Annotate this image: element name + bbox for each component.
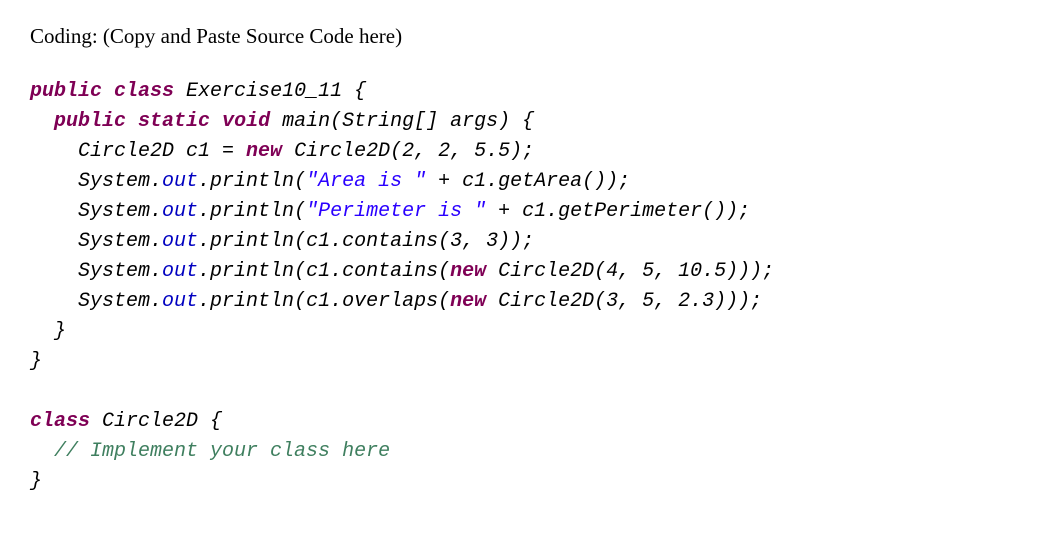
- code-text: Circle2D(2, 2, 5.5);: [282, 140, 534, 163]
- code-text: + c1.getArea());: [426, 170, 630, 193]
- code-text: System.: [30, 170, 162, 193]
- code-text: Circle2D(4, 5, 10.5)));: [486, 260, 774, 283]
- code-text: .println(: [198, 170, 306, 193]
- code-text: + c1.getPerimeter());: [486, 200, 750, 223]
- code-text: .println(c1.contains(: [198, 260, 450, 283]
- string-literal: "Perimeter is ": [306, 200, 486, 223]
- keyword-static: static: [138, 110, 210, 133]
- code-text: Circle2D(3, 5, 2.3)));: [486, 290, 762, 313]
- section-heading: Coding: (Copy and Paste Source Code here…: [30, 24, 1018, 49]
- field-out: out: [162, 230, 198, 253]
- code-text: [126, 110, 138, 133]
- keyword-public: public: [30, 80, 102, 103]
- code-text: System.: [30, 290, 162, 313]
- field-out: out: [162, 290, 198, 313]
- code-comment: // Implement your class here: [54, 440, 390, 463]
- code-text: Circle2D {: [90, 410, 222, 433]
- code-text: Exercise10_11 {: [174, 80, 366, 103]
- code-text: main(String[] args) {: [270, 110, 534, 133]
- field-out: out: [162, 260, 198, 283]
- code-text: System.: [30, 260, 162, 283]
- keyword-class: class: [114, 80, 174, 103]
- string-literal: "Area is ": [306, 170, 426, 193]
- code-text: }: [30, 320, 66, 343]
- keyword-new: new: [450, 260, 486, 283]
- code-text: .println(c1.contains(3, 3));: [198, 230, 534, 253]
- code-text: [102, 80, 114, 103]
- field-out: out: [162, 200, 198, 223]
- keyword-class: class: [30, 410, 90, 433]
- code-text: Circle2D c1 =: [30, 140, 246, 163]
- field-out: out: [162, 170, 198, 193]
- code-text: [30, 440, 54, 463]
- code-text: System.: [30, 230, 162, 253]
- code-text: System.: [30, 200, 162, 223]
- code-block: public class Exercise10_11 { public stat…: [30, 77, 1018, 497]
- keyword-new: new: [450, 290, 486, 313]
- keyword-void: void: [222, 110, 270, 133]
- code-text: [210, 110, 222, 133]
- code-text: .println(c1.overlaps(: [198, 290, 450, 313]
- code-text: [30, 110, 54, 133]
- code-text: .println(: [198, 200, 306, 223]
- code-text: }: [30, 350, 42, 373]
- keyword-public: public: [54, 110, 126, 133]
- keyword-new: new: [246, 140, 282, 163]
- code-text: }: [30, 470, 42, 493]
